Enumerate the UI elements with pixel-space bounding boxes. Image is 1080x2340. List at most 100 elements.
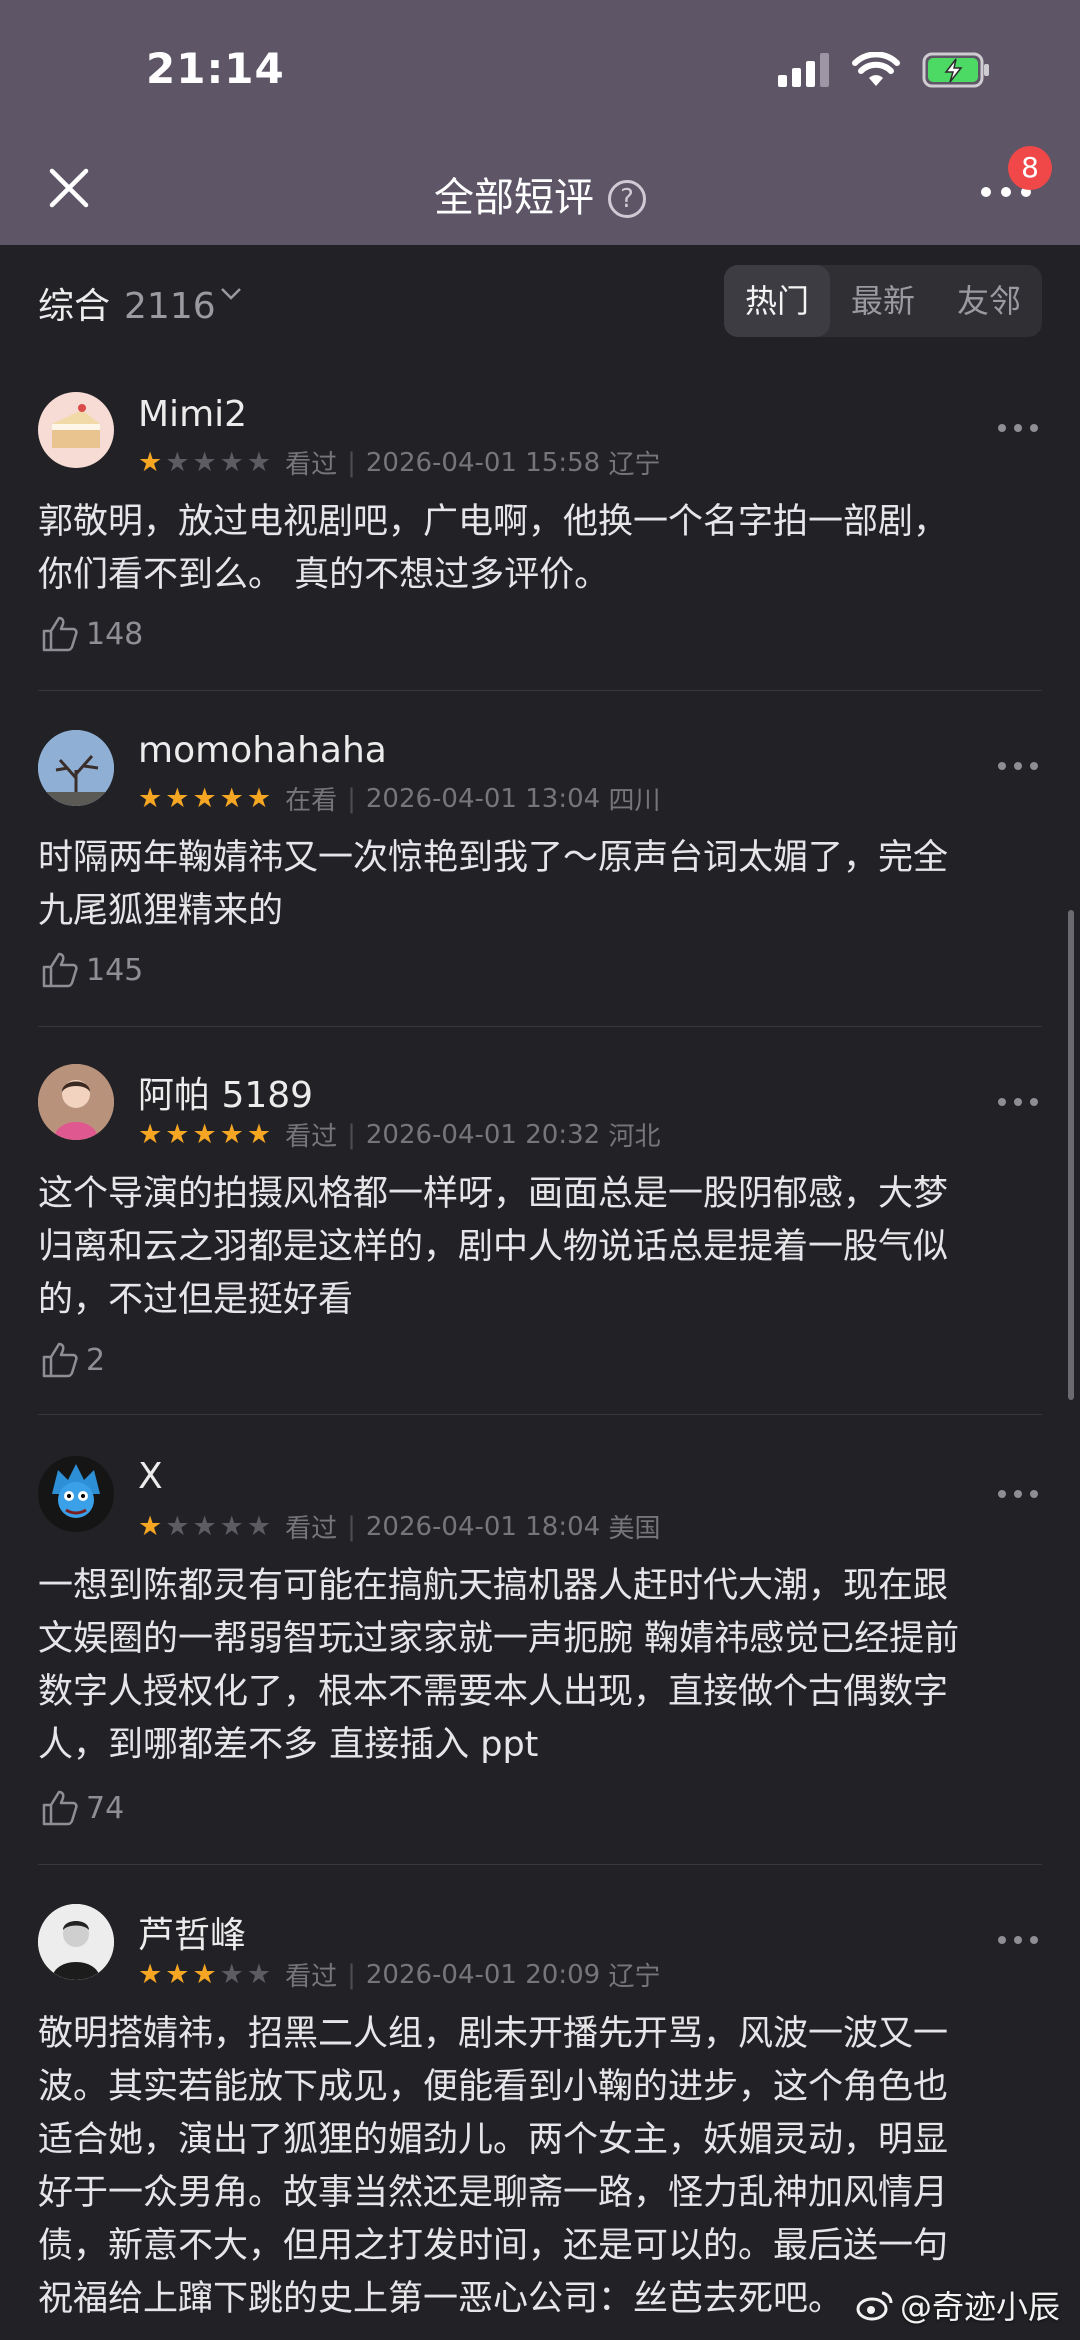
star-filled-icon: ★ <box>138 783 163 814</box>
more-options-icon[interactable] <box>996 760 1040 772</box>
rating-stars: ★ ★ ★ ★ ★ <box>138 449 271 476</box>
review-location: 美国 <box>608 1514 661 1544</box>
review-datetime: 2026-04-01 18:04 <box>365 1511 601 1542</box>
divider <box>38 1414 1042 1415</box>
review-meta: ★ ★ ★ ★ ★ 看过 | 2026-04-01 20:32 河北 <box>138 1116 660 1153</box>
star-empty-icon: ★ <box>246 1959 272 1990</box>
watch-status: 看过 <box>285 1514 338 1544</box>
rating-stars: ★ ★ ★ ★ ★ <box>138 785 271 812</box>
avatar[interactable] <box>38 1064 114 1140</box>
review-count: 2116 <box>124 286 216 327</box>
star-filled-icon: ★ <box>138 1959 163 1990</box>
star-empty-icon: ★ <box>219 1511 244 1542</box>
like-button[interactable]: 148 <box>40 614 143 654</box>
watermark: @奇迹小辰 <box>856 2282 1060 2328</box>
avatar[interactable] <box>38 1456 114 1532</box>
review-text: 时隔两年鞠婧祎又一次惊艳到我了～原声台词太媚了，完全 九尾狐狸精来的 <box>38 832 1048 938</box>
avatar[interactable] <box>38 392 114 468</box>
review-text: 这个导演的拍摄风格都一样呀，画面总是一股阴郁感，大梦 归离和云之羽都是这样的，剧… <box>38 1168 1048 1327</box>
star-filled-icon: ★ <box>138 1119 163 1150</box>
review-datetime: 2026-04-01 15:58 <box>365 447 601 478</box>
cartoon-avatar-icon <box>38 1456 114 1532</box>
review-text: 敬明搭婧祎，招黑二人组，剧未开播先开骂，风波一波又一 波。其实若能放下成见，便能… <box>38 2008 1048 2326</box>
review-location: 辽宁 <box>608 450 661 480</box>
more-options-icon[interactable] <box>996 1934 1040 1946</box>
username[interactable]: momohahaha <box>138 730 387 771</box>
star-empty-icon: ★ <box>192 447 217 478</box>
help-icon[interactable]: ? <box>608 180 646 218</box>
watch-status: 看过 <box>285 450 338 480</box>
star-filled-icon: ★ <box>246 1119 272 1150</box>
review-location: 辽宁 <box>608 1962 661 1992</box>
watermark-text: @奇迹小辰 <box>899 2288 1060 2326</box>
chevron-down-icon[interactable] <box>220 287 242 301</box>
like-count: 2 <box>86 1342 106 1378</box>
star-filled-icon: ★ <box>165 1119 190 1150</box>
tab-hot[interactable]: 热门 <box>724 265 830 337</box>
avatar[interactable] <box>38 730 114 806</box>
watch-status: 在看 <box>285 786 338 816</box>
star-empty-icon: ★ <box>192 1511 217 1542</box>
review-line: 债，新意不大，但用之打发时间，还是可以的。最后送一句 <box>38 2226 949 2266</box>
cake-avatar-icon <box>52 404 100 448</box>
tab-latest[interactable]: 最新 <box>830 265 936 337</box>
review-line: 九尾狐狸精来的 <box>38 891 284 931</box>
star-empty-icon: ★ <box>219 447 244 478</box>
username[interactable]: Mimi2 <box>138 394 247 435</box>
divider <box>38 690 1042 691</box>
like-button[interactable]: 2 <box>40 1340 105 1380</box>
review-line: 这个导演的拍摄风格都一样呀，画面总是一股阴郁感，大梦 <box>38 1174 949 1214</box>
star-empty-icon: ★ <box>165 1511 190 1542</box>
child-avatar-icon <box>38 1064 114 1140</box>
review-location: 河北 <box>608 1122 661 1152</box>
tab-friends[interactable]: 友邻 <box>936 265 1042 337</box>
username[interactable]: 芦哲峰 <box>138 1906 246 1958</box>
review-line: 适合她，演出了狐狸的媚劲儿。两个女主，妖媚灵动，明显 <box>38 2120 949 2160</box>
star-filled-icon: ★ <box>165 783 190 814</box>
like-count: 148 <box>86 616 144 652</box>
top-bar: 21:14 全部短评? 8 <box>0 0 1080 245</box>
page-title: 全部短评? <box>0 165 1080 223</box>
review-meta: ★ ★ ★ ★ ★ 看过 | 2026-04-01 15:58 辽宁 <box>138 444 660 481</box>
review-datetime: 2026-04-01 20:32 <box>365 1119 601 1150</box>
rating-stars: ★ ★ ★ ★ ★ <box>138 1513 271 1540</box>
more-options-icon[interactable] <box>996 422 1040 434</box>
review-location: 四川 <box>608 786 661 816</box>
sort-dropdown[interactable]: 综合 2116 <box>38 277 216 329</box>
star-filled-icon: ★ <box>192 783 217 814</box>
review-line: 一想到陈都灵有可能在搞航天搞机器人赶时代大潮，现在跟 <box>38 1566 949 1606</box>
star-empty-icon: ★ <box>165 447 190 478</box>
more-options-icon[interactable] <box>996 1096 1040 1108</box>
scrollbar[interactable] <box>1068 910 1074 1400</box>
thumbs-up-icon <box>42 952 78 988</box>
sort-tabs: 热门 最新 友邻 <box>724 265 1042 337</box>
review-meta: ★ ★ ★ ★ ★ 在看 | 2026-04-01 13:04 四川 <box>138 780 660 817</box>
star-empty-icon: ★ <box>246 447 272 478</box>
divider <box>38 1864 1042 1865</box>
signal-icon <box>778 53 829 87</box>
like-count: 145 <box>86 952 144 988</box>
review-line: 郭敬明，放过电视剧吧，广电啊，他换一个名字拍一部剧， <box>38 502 949 542</box>
review-line: 归离和云之羽都是这样的，剧中人物说话总是提着一股气似 <box>38 1227 949 1267</box>
more-options-icon[interactable] <box>996 1488 1040 1500</box>
portrait-avatar-icon <box>38 1904 114 1980</box>
star-empty-icon: ★ <box>219 1959 244 1990</box>
star-filled-icon: ★ <box>138 1511 163 1542</box>
avatar[interactable] <box>38 1904 114 1980</box>
review-line: 好于一众男角。故事当然还是聊斋一路，怪力乱神加风情月 <box>38 2173 949 2213</box>
username[interactable]: 阿帕 5189 <box>138 1066 313 1118</box>
sort-label: 综合 <box>38 286 111 327</box>
like-button[interactable]: 145 <box>40 950 143 990</box>
review-line: 你们看不到么。 真的不想过多评价。 <box>38 555 610 595</box>
username[interactable]: X <box>138 1456 163 1497</box>
review-line: 时隔两年鞠婧祎又一次惊艳到我了～原声台词太媚了，完全 <box>38 838 949 878</box>
review-line: 文娱圈的一帮弱智玩过家家就一声扼腕 鞠婧祎感觉已经提前 <box>38 1619 960 1659</box>
like-button[interactable]: 74 <box>40 1788 124 1828</box>
page-title-text: 全部短评 <box>434 175 594 221</box>
review-line: 数字人授权化了，根本不需要本人出现，直接做个古偶数字 <box>38 1672 949 1712</box>
thumbs-up-icon <box>42 1790 78 1826</box>
star-filled-icon: ★ <box>219 1119 244 1150</box>
review-datetime: 2026-04-01 13:04 <box>365 783 601 814</box>
review-text: 一想到陈都灵有可能在搞航天搞机器人赶时代大潮，现在跟 文娱圈的一帮弱智玩过家家就… <box>38 1560 1048 1772</box>
review-line: 波。其实若能放下成见，便能看到小鞠的进步，这个角色也 <box>38 2067 949 2107</box>
